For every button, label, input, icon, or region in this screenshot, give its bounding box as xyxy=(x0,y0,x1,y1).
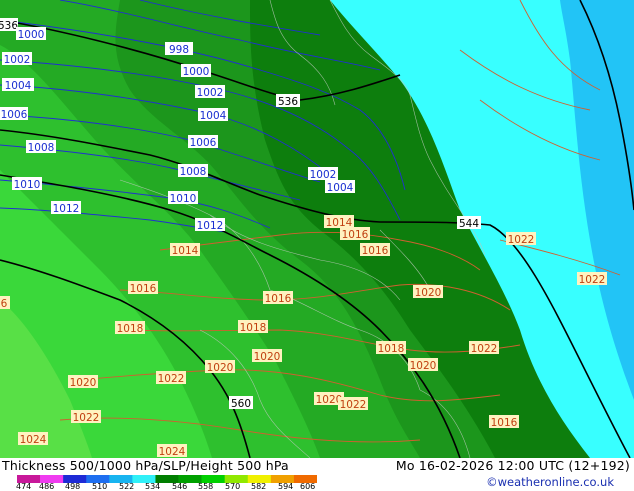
credit-link[interactable]: ©weatheronline.co.uk xyxy=(486,475,614,489)
isobar-label: 1004 xyxy=(5,80,32,92)
isobar-label: 1014 xyxy=(172,245,199,257)
isobar-label: 1020 xyxy=(410,360,437,372)
isobar-label: 1016 xyxy=(491,417,518,429)
height-label: 536 xyxy=(0,20,18,32)
isobar-label: 6 xyxy=(1,298,8,310)
isobar-label: 1020 xyxy=(207,362,234,374)
footer: Thickness 500/1000 hPa/SLP/Height 500 hP… xyxy=(0,458,634,491)
valid-time: Mo 16-02-2026 12:00 UTC (12+192) xyxy=(395,458,630,473)
isobar-label: 1002 xyxy=(197,87,224,99)
isobar-label: 1008 xyxy=(180,166,207,178)
isobar-label: 1022 xyxy=(340,399,367,411)
isobar-label: 1016 xyxy=(362,245,389,257)
isobar-label: 1020 xyxy=(415,287,442,299)
chart-title: Thickness 500/1000 hPa/SLP/Height 500 hP… xyxy=(2,458,289,473)
height-label: 536 xyxy=(278,96,298,108)
isobar-label: 1008 xyxy=(28,142,55,154)
isobar-label: 1004 xyxy=(200,110,227,122)
isobar-label: 1016 xyxy=(265,293,292,305)
isobar-label: 1016 xyxy=(342,229,369,241)
isobar-label: 1006 xyxy=(1,109,28,121)
isobar-label: 1006 xyxy=(190,137,217,149)
isobar-label: 1000 xyxy=(18,29,45,41)
isobar-label: 1000 xyxy=(183,66,210,78)
isobar-label: 1010 xyxy=(170,193,197,205)
isobar-label: 1022 xyxy=(73,412,100,424)
height-label: 544 xyxy=(459,218,479,230)
isobar-label: 1016 xyxy=(130,283,157,295)
isobar-label: 1022 xyxy=(508,234,535,246)
isobar-label: 1024 xyxy=(159,446,186,458)
isobar-label: 1012 xyxy=(197,220,224,232)
isobar-label: 1002 xyxy=(4,54,31,66)
isobar-label: 1022 xyxy=(579,274,606,286)
isobar-label: 1020 xyxy=(254,351,281,363)
isobar-label: 1022 xyxy=(158,373,185,385)
height-label: 560 xyxy=(231,398,251,410)
isobar-label: 998 xyxy=(169,44,189,56)
isobar-label: 1022 xyxy=(471,343,498,355)
isobar-label: 1012 xyxy=(53,203,80,215)
isobar-label: 1018 xyxy=(378,343,405,355)
isobar-label: 1018 xyxy=(240,322,267,334)
isobar-label: 1024 xyxy=(20,434,47,446)
weather-map: 536 536 544 560 1000 998 1000 1002 1002 … xyxy=(0,0,634,458)
isobar-label: 1010 xyxy=(14,179,41,191)
isobar-label: 1020 xyxy=(70,377,97,389)
isobar-label: 1018 xyxy=(117,323,144,335)
